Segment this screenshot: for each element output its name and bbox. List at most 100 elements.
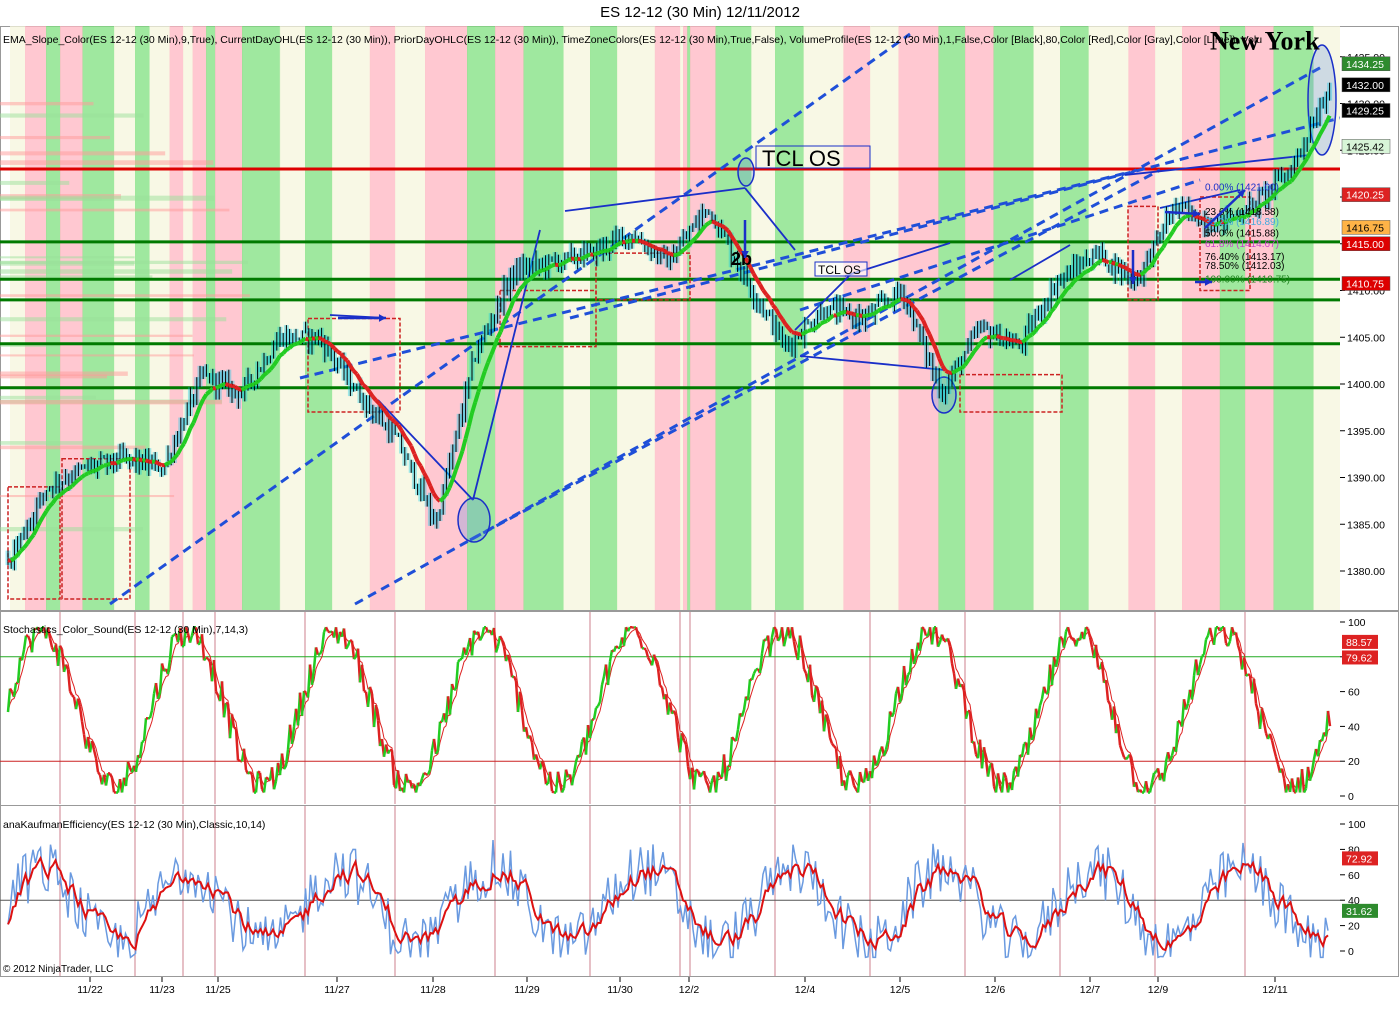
ema-slope-segment: [794, 331, 799, 336]
ema-slope-segment: [1082, 269, 1088, 276]
stoch-k-segment: [363, 690, 367, 693]
ema-slope-segment: [732, 239, 740, 247]
ema-slope-segment: [816, 322, 823, 329]
ema-slope-segment: [237, 387, 243, 392]
ema-slope-segment: [1267, 196, 1274, 202]
ema-slope-segment: [774, 307, 781, 316]
ema-slope-segment: [1194, 214, 1200, 220]
ema-slope-segment: [1185, 213, 1190, 219]
ema-slope-segment: [1308, 145, 1316, 154]
ema-slope-segment: [592, 251, 598, 257]
stoch-k-segment: [1106, 700, 1112, 705]
date-tick-label: 11/22: [77, 984, 103, 996]
ema-slope-segment: [1171, 225, 1178, 233]
stoch-k-segment: [453, 687, 457, 692]
ema-slope-segment: [711, 219, 716, 225]
ema-slope-segment: [780, 318, 788, 326]
stochastics-indicator-label: Stochastics_Color_Sound(ES 12-12 (30 Min…: [3, 624, 248, 636]
date-tick-label: 12/5: [890, 984, 911, 996]
ema-slope-segment: [558, 262, 562, 268]
volume-profile-bar: [0, 395, 96, 399]
ema-slope-segment: [250, 382, 255, 387]
ema-slope-segment: [800, 330, 806, 337]
time-zone-band: [1182, 26, 1221, 610]
ema-slope-segment: [1287, 179, 1293, 185]
ema-slope-segment: [1158, 246, 1165, 253]
ema-slope-segment: [1139, 270, 1146, 277]
stoch-k-segment: [386, 749, 392, 755]
ema-slope-segment: [579, 255, 586, 262]
ema-slope-segment: [1295, 166, 1303, 174]
stoch-k-segment: [257, 770, 261, 774]
ema-slope-segment: [1280, 184, 1287, 190]
time-zone-band: [1245, 26, 1274, 610]
stoch-k-segment: [206, 657, 212, 663]
ema-slope-segment: [896, 297, 902, 303]
ema-slope-segment: [1030, 330, 1037, 337]
volume-profile-bar: [0, 113, 144, 118]
ema-slope-segment: [367, 390, 375, 398]
ema-slope-segment: [13, 553, 19, 560]
ema-slope-segment: [940, 364, 948, 372]
ema-slope-segment: [1027, 332, 1033, 339]
ema-slope-segment: [845, 310, 851, 316]
ema-slope-segment: [1123, 265, 1130, 272]
stoch-badge-label: 88.57: [1346, 637, 1372, 649]
ema-slope-segment: [884, 304, 889, 310]
ema-slope-segment: [119, 458, 124, 464]
ema-slope-segment: [1270, 192, 1277, 199]
date-tick-label: 11/27: [324, 984, 350, 996]
ema-slope-segment: [1127, 267, 1133, 273]
stoch-k-segment: [249, 771, 253, 776]
stoch-k-segment: [752, 668, 758, 674]
fib-label: 61.8% (1414.67): [1205, 239, 1279, 250]
ema-slope-segment: [726, 229, 733, 237]
ema-slope-segment: [1305, 151, 1313, 160]
ema-slope-segment: [247, 383, 252, 388]
ema-slope-segment: [755, 278, 762, 286]
chart-canvas[interactable]: New YorkTCL OSTCL OS2b0.00% (1421.00)23.…: [0, 26, 1400, 1021]
stoch-tick-label: 60: [1348, 687, 1360, 699]
ema-slope-segment: [22, 542, 29, 550]
kaufman-tick-label: 0: [1348, 946, 1354, 958]
ema-slope-segment: [1311, 140, 1319, 148]
ema-slope-segment: [1321, 121, 1329, 130]
ema-slope-segment: [25, 537, 33, 545]
ema-slope-segment: [240, 386, 246, 392]
ema-slope-segment: [438, 496, 445, 503]
ema-slope-segment: [205, 390, 211, 396]
ema-slope-segment: [1040, 319, 1047, 326]
ema-slope-segment: [224, 381, 230, 388]
ema-slope-segment: [234, 385, 240, 391]
ema-slope-segment: [387, 415, 394, 421]
tcl-os-annotation: TCL OS: [762, 146, 841, 171]
ema-slope-segment: [243, 384, 250, 391]
ema-slope-segment: [1015, 338, 1020, 344]
ema-slope-segment: [70, 481, 77, 488]
ema-slope-segment: [723, 226, 730, 232]
stoch-k-segment: [643, 647, 647, 651]
ema-slope-segment: [1161, 240, 1169, 249]
ema-slope-segment: [1318, 127, 1325, 136]
time-zone-band: [242, 26, 281, 610]
highlight-ellipse: [737, 157, 755, 187]
ema-slope-segment: [138, 457, 144, 463]
ema-slope-segment: [51, 497, 58, 505]
ema-slope-segment: [399, 429, 407, 438]
stoch-k-segment: [344, 645, 350, 650]
price-badge-label: 1420.25: [1346, 190, 1384, 202]
ema-slope-segment: [954, 367, 960, 374]
time-zone-band: [898, 26, 939, 610]
volume-profile-bar: [0, 441, 83, 445]
price-tick-label: 1380.00: [1347, 566, 1385, 578]
ema-slope-segment: [332, 346, 340, 353]
ema-slope-segment: [16, 549, 23, 557]
ema-slope-segment: [1018, 339, 1023, 345]
ema-slope-segment: [567, 256, 573, 263]
stoch-k-segment: [8, 687, 14, 693]
ema-slope-segment: [1264, 198, 1271, 205]
stoch-k-segment: [352, 655, 358, 660]
ema-slope-segment: [972, 345, 980, 353]
ema-slope-segment: [538, 268, 544, 274]
ema-slope-segment: [326, 340, 333, 347]
